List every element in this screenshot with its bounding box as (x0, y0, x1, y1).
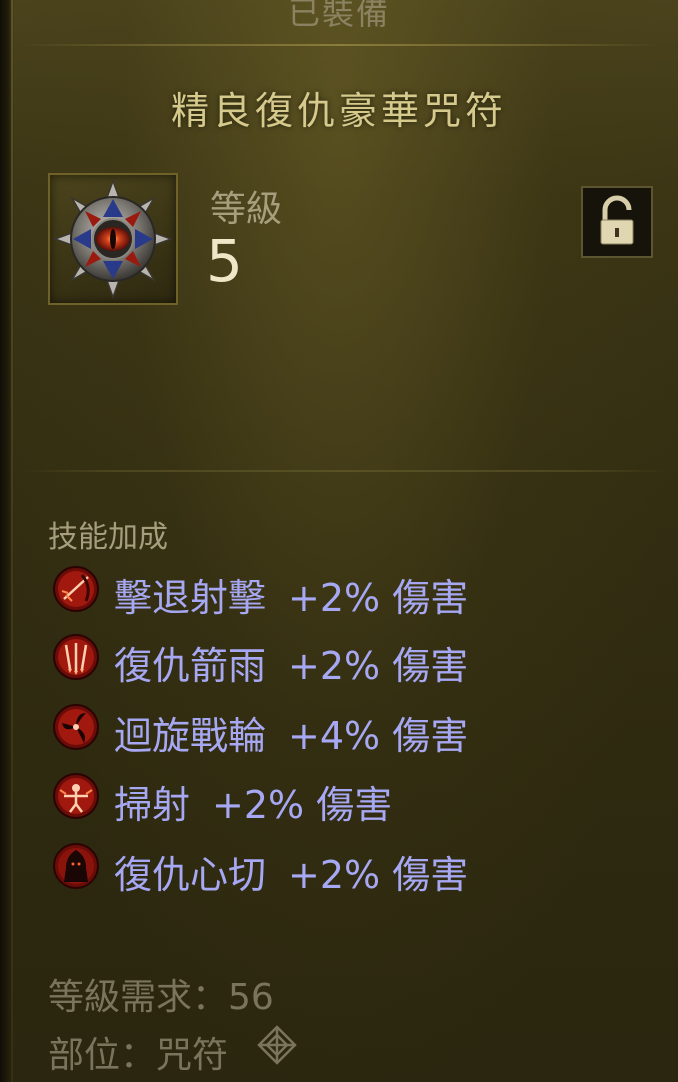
equipped-label: 已裝備 (287, 0, 390, 32)
item-name: 精良復仇豪華咒符 (170, 89, 507, 133)
skill-name: 擊退射擊 (114, 576, 267, 620)
lock-toggle-button[interactable] (581, 186, 653, 258)
unlock-icon (600, 195, 634, 245)
panel-border-line (11, 0, 13, 1082)
item-level-value: 5 (206, 227, 243, 295)
header-divider (20, 44, 660, 46)
vengeance-icon (53, 843, 99, 889)
whirling-blade-icon (53, 704, 99, 750)
skill-name: 迴旋戰輪 (114, 714, 267, 758)
arrow-rain-icon (53, 634, 99, 680)
skill-bonus-row: 復仇心切 +2% 傷害 (52, 842, 652, 897)
skill-bonus-value: +2% 傷害 (288, 576, 469, 620)
skill-bonus-header: 技能加成 (48, 520, 168, 555)
skill-name: 復仇心切 (114, 853, 267, 897)
amulet-slot-icon (257, 1025, 297, 1065)
bow-shot-icon (53, 566, 99, 612)
skill-bonus-value: +2% 傷害 (288, 853, 469, 897)
skill-bonus-value: +2% 傷害 (212, 783, 393, 827)
skill-bonus-row: 擊退射擊 +2% 傷害 (52, 565, 652, 620)
item-icon-frame (48, 173, 178, 305)
skill-name: 復仇箭雨 (114, 644, 267, 688)
item-slot: 部位：咒符 (48, 1035, 229, 1076)
level-requirement: 等級需求：56 (48, 977, 274, 1018)
strafe-icon (53, 773, 99, 819)
section-divider (20, 470, 670, 472)
item-level-label: 等級 (210, 189, 283, 230)
skill-bonus-row: 復仇箭雨 +2% 傷害 (52, 633, 652, 688)
skill-bonus-value: +2% 傷害 (288, 644, 469, 688)
amulet-eye-icon (52, 178, 174, 300)
skill-name: 掃射 (114, 783, 191, 827)
skill-bonus-row: 迴旋戰輪 +4% 傷害 (52, 703, 652, 758)
skill-bonus-value: +4% 傷害 (288, 714, 469, 758)
skill-bonus-row: 掃射 +2% 傷害 (52, 772, 652, 827)
item-tooltip: 已裝備 精良復仇豪華咒符 等級 5 技能加成 擊退射擊 +2% 傷害 復仇箭雨 … (0, 0, 678, 1082)
